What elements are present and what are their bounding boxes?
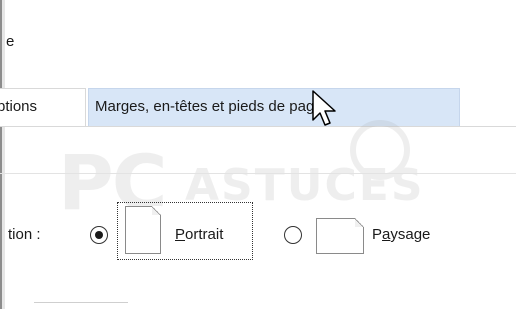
- portrait-label[interactable]: Portrait: [175, 226, 223, 243]
- tab-margins-headers-footers[interactable]: Marges, en-têtes et pieds de page: [88, 88, 460, 126]
- group-divider: [0, 173, 516, 174]
- partial-control: [34, 302, 128, 313]
- landscape-page-icon[interactable]: [316, 218, 364, 254]
- window-border: [0, 0, 5, 309]
- landscape-radio[interactable]: [284, 226, 302, 244]
- orientation-label: tion :: [8, 226, 41, 243]
- portrait-radio[interactable]: [90, 226, 108, 244]
- tab-options[interactable]: ptions: [0, 88, 86, 126]
- watermark-eye-icon: [350, 120, 410, 180]
- watermark: PC ASTUCES: [50, 120, 460, 227]
- landscape-label[interactable]: Paysage: [372, 226, 430, 243]
- mouse-pointer-icon: [312, 90, 336, 126]
- window-title: e: [6, 33, 15, 50]
- tab-strip-divider: [0, 126, 516, 127]
- portrait-page-icon[interactable]: [125, 206, 161, 254]
